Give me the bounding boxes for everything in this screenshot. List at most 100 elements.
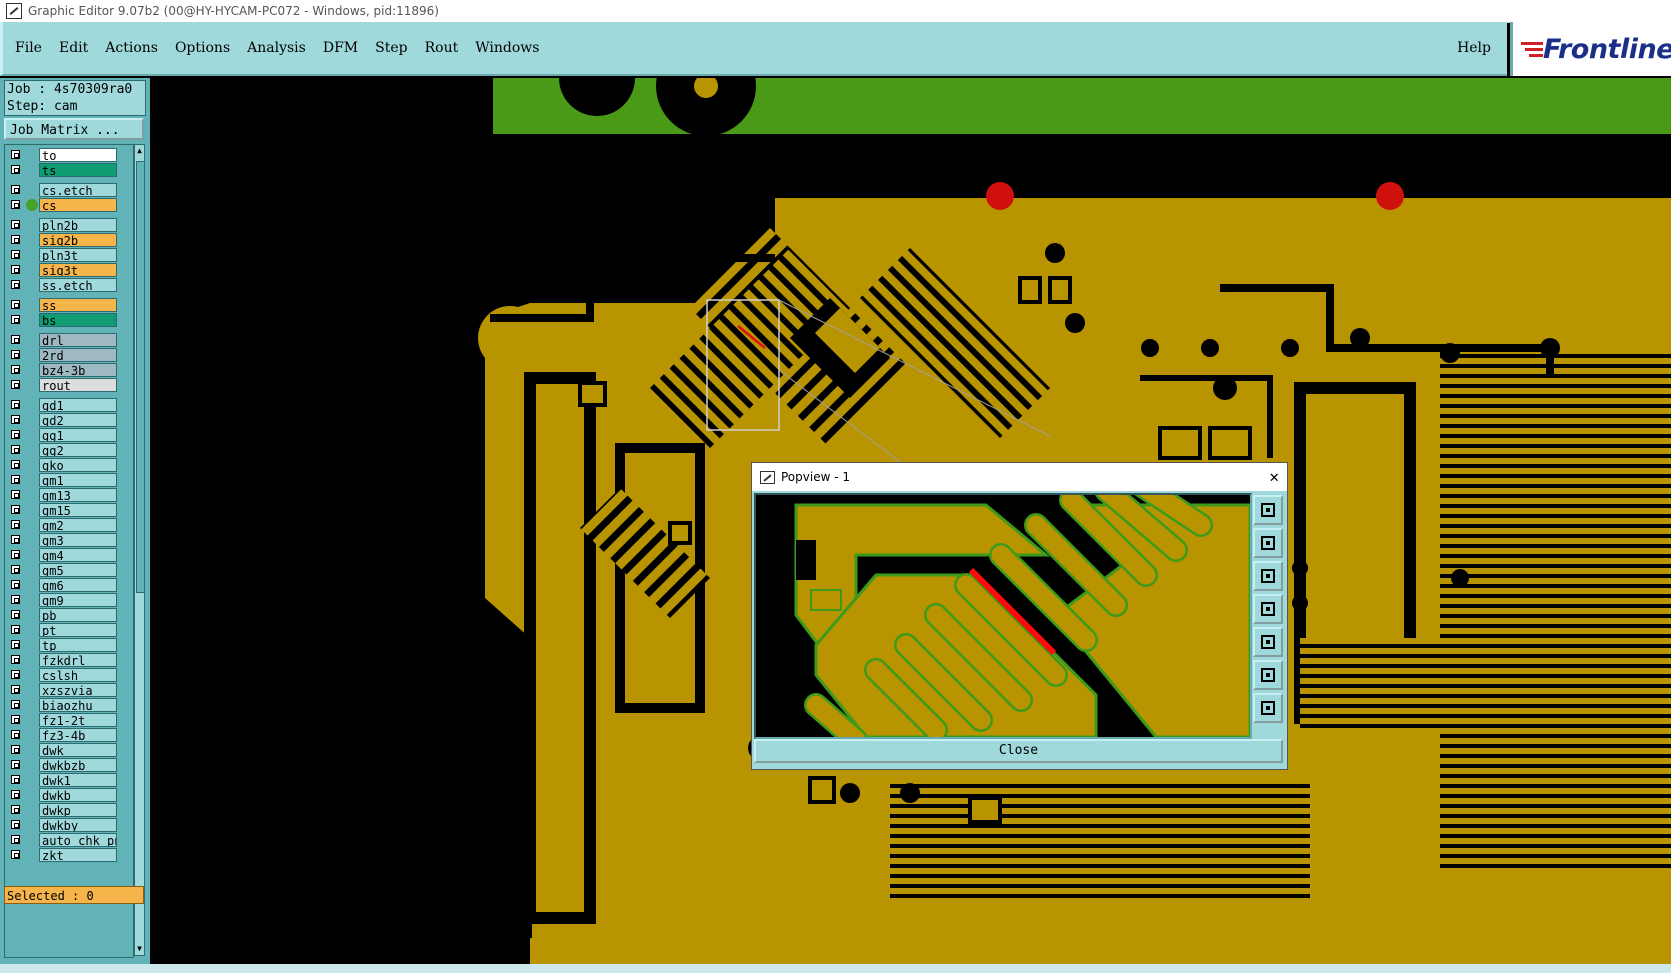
layer-row[interactable]: dwk bbox=[5, 743, 133, 757]
pan-left-icon[interactable] bbox=[1253, 594, 1283, 624]
layer-name[interactable]: cs.etch bbox=[39, 183, 117, 197]
menu-actions[interactable]: Actions bbox=[105, 40, 158, 56]
layer-row[interactable]: to bbox=[5, 148, 133, 162]
layer-row[interactable]: gm13 bbox=[5, 488, 133, 502]
layer-checkbox[interactable] bbox=[11, 535, 20, 544]
zoom-fit-icon[interactable] bbox=[1253, 495, 1283, 525]
menu-edit[interactable]: Edit bbox=[59, 40, 88, 56]
layer-checkbox[interactable] bbox=[11, 400, 20, 409]
layer-checkbox[interactable] bbox=[11, 250, 20, 259]
layer-row[interactable]: sig2b bbox=[5, 233, 133, 247]
layer-row[interactable]: gd2 bbox=[5, 413, 133, 427]
zoom-in-icon[interactable] bbox=[1253, 660, 1283, 690]
layer-name[interactable]: to bbox=[39, 148, 117, 162]
pan-right-icon[interactable] bbox=[1253, 627, 1283, 657]
layer-name[interactable]: auto_chk_pn bbox=[39, 833, 117, 847]
layer-name[interactable]: gd2 bbox=[39, 413, 117, 427]
layer-checkbox[interactable] bbox=[11, 460, 20, 469]
layer-row[interactable]: cs bbox=[5, 198, 133, 212]
layer-row[interactable]: pb bbox=[5, 608, 133, 622]
layer-name[interactable]: pln3t bbox=[39, 248, 117, 262]
layer-checkbox[interactable] bbox=[11, 805, 20, 814]
layer-checkbox[interactable] bbox=[11, 520, 20, 529]
layer-name[interactable]: ss bbox=[39, 298, 117, 312]
layer-name[interactable]: gm13 bbox=[39, 488, 117, 502]
layer-name[interactable]: sig3t bbox=[39, 263, 117, 277]
layer-row[interactable]: ts bbox=[5, 163, 133, 177]
layer-checkbox[interactable] bbox=[11, 760, 20, 769]
scroll-down-icon[interactable]: ▼ bbox=[135, 943, 144, 955]
layer-row[interactable]: dwk1 bbox=[5, 773, 133, 787]
layer-name[interactable]: dwkb bbox=[39, 788, 117, 802]
job-matrix-button[interactable]: Job Matrix ... bbox=[4, 118, 144, 140]
layer-row[interactable]: cslsh bbox=[5, 668, 133, 682]
scroll-up-icon[interactable]: ▲ bbox=[135, 145, 144, 157]
layer-name[interactable]: zkt bbox=[39, 848, 117, 862]
layer-checkbox[interactable] bbox=[11, 365, 20, 374]
menu-help[interactable]: Help bbox=[1457, 40, 1491, 56]
close-icon[interactable]: ✕ bbox=[1269, 467, 1279, 486]
layer-checkbox[interactable] bbox=[11, 715, 20, 724]
layer-name[interactable]: gm4 bbox=[39, 548, 117, 562]
layer-name[interactable]: bs bbox=[39, 313, 117, 327]
layer-row[interactable]: ss bbox=[5, 298, 133, 312]
layer-row[interactable]: pt bbox=[5, 623, 133, 637]
layer-checkbox[interactable] bbox=[11, 490, 20, 499]
layer-row[interactable]: xzszvia bbox=[5, 683, 133, 697]
layer-name[interactable]: gg2 bbox=[39, 443, 117, 457]
layer-checkbox[interactable] bbox=[11, 280, 20, 289]
layer-checkbox[interactable] bbox=[11, 315, 20, 324]
layer-row[interactable]: rout bbox=[5, 378, 133, 392]
layer-row[interactable]: zkt bbox=[5, 848, 133, 862]
layer-checkbox[interactable] bbox=[11, 380, 20, 389]
layer-checkbox[interactable] bbox=[11, 610, 20, 619]
layer-row[interactable]: bz4-3b bbox=[5, 363, 133, 377]
layer-row[interactable]: fz1-2t bbox=[5, 713, 133, 727]
layer-checkbox[interactable] bbox=[11, 235, 20, 244]
layer-row[interactable]: gm9 bbox=[5, 593, 133, 607]
layer-row[interactable]: dwkbzb bbox=[5, 758, 133, 772]
menu-dfm[interactable]: DFM bbox=[323, 40, 358, 56]
layer-checkbox[interactable] bbox=[11, 565, 20, 574]
layer-checkbox[interactable] bbox=[11, 350, 20, 359]
layer-row[interactable]: gm2 bbox=[5, 518, 133, 532]
layer-name[interactable]: rout bbox=[39, 378, 117, 392]
layer-row[interactable]: drl bbox=[5, 333, 133, 347]
layer-name[interactable]: pt bbox=[39, 623, 117, 637]
layer-name[interactable]: dwk1 bbox=[39, 773, 117, 787]
layer-name[interactable]: gm2 bbox=[39, 518, 117, 532]
layer-name[interactable]: dwkbzb bbox=[39, 758, 117, 772]
layer-row[interactable]: bs bbox=[5, 313, 133, 327]
layer-name[interactable]: gko bbox=[39, 458, 117, 472]
layer-list-scrollbar[interactable]: ▲ ▼ bbox=[134, 144, 145, 956]
layer-row[interactable]: ss.etch bbox=[5, 278, 133, 292]
layer-checkbox[interactable] bbox=[11, 745, 20, 754]
layer-name[interactable]: fzkdrl bbox=[39, 653, 117, 667]
layer-checkbox[interactable] bbox=[11, 835, 20, 844]
layer-checkbox[interactable] bbox=[11, 775, 20, 784]
layer-row[interactable]: gm4 bbox=[5, 548, 133, 562]
menu-options[interactable]: Options bbox=[175, 40, 230, 56]
layer-name[interactable]: gm15 bbox=[39, 503, 117, 517]
layer-name[interactable]: cs bbox=[39, 198, 117, 212]
layer-checkbox[interactable] bbox=[11, 265, 20, 274]
layer-name[interactable]: tp bbox=[39, 638, 117, 652]
layer-row[interactable]: pln3t bbox=[5, 248, 133, 262]
layer-name[interactable]: gd1 bbox=[39, 398, 117, 412]
layer-checkbox[interactable] bbox=[11, 220, 20, 229]
layer-name[interactable]: sig2b bbox=[39, 233, 117, 247]
layer-name[interactable]: dwkby bbox=[39, 818, 117, 832]
layer-checkbox[interactable] bbox=[11, 640, 20, 649]
layer-checkbox[interactable] bbox=[11, 850, 20, 859]
layer-checkbox[interactable] bbox=[11, 670, 20, 679]
layer-row[interactable]: gm1 bbox=[5, 473, 133, 487]
layer-row[interactable]: gg2 bbox=[5, 443, 133, 457]
layer-row[interactable]: gm5 bbox=[5, 563, 133, 577]
layer-row[interactable]: cs.etch bbox=[5, 183, 133, 197]
layer-checkbox[interactable] bbox=[11, 580, 20, 589]
layer-row[interactable]: dwkp bbox=[5, 803, 133, 817]
layer-checkbox[interactable] bbox=[11, 790, 20, 799]
layer-row[interactable]: 2rd bbox=[5, 348, 133, 362]
layer-checkbox[interactable] bbox=[11, 505, 20, 514]
pan-down-icon[interactable] bbox=[1253, 561, 1283, 591]
